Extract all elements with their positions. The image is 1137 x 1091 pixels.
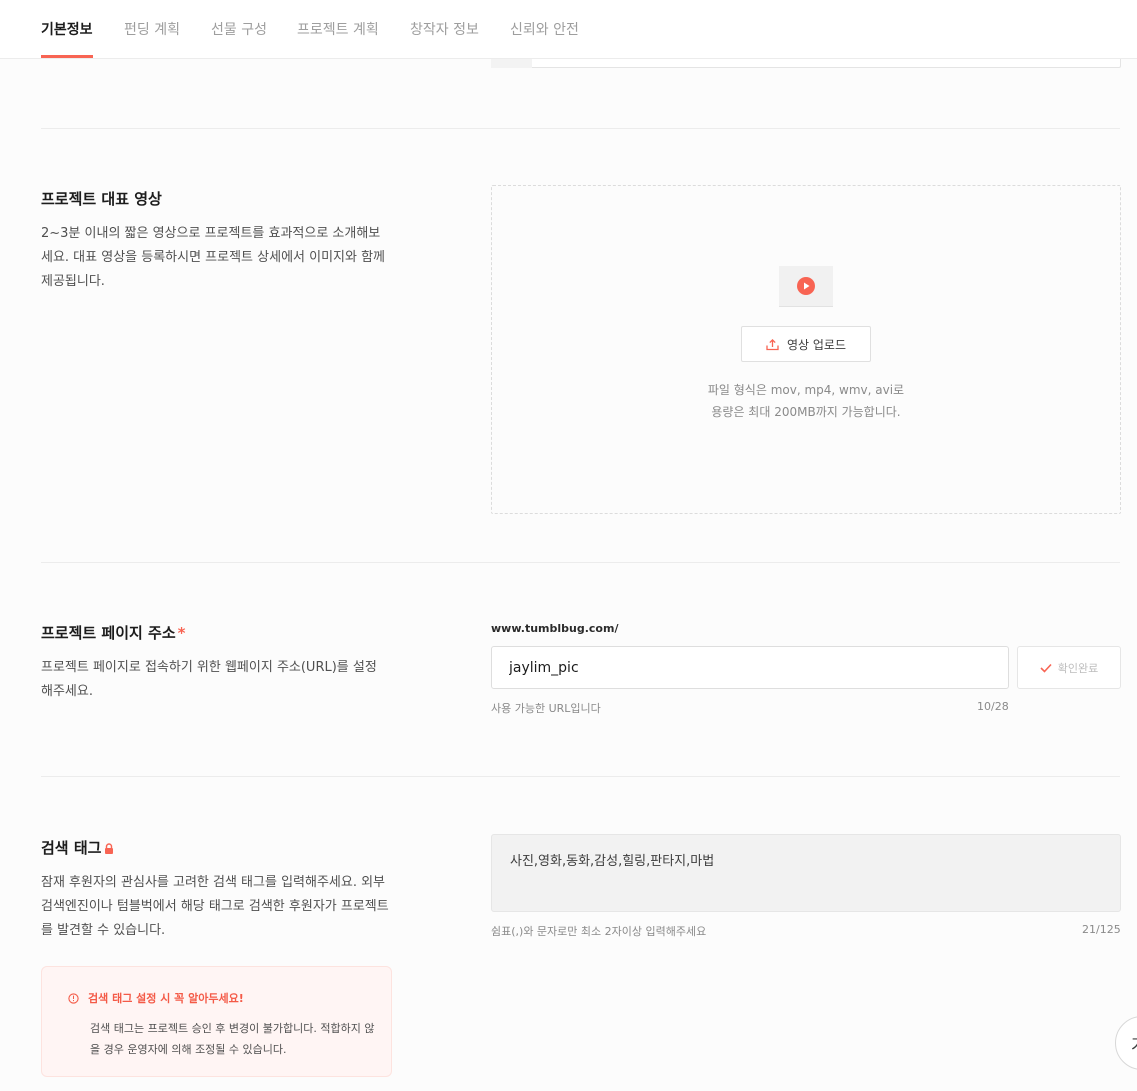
tags-warning-title: 검색 태그 설정 시 꼭 알아두세요! (68, 990, 244, 1006)
url-char-counter: 10/28 (977, 700, 1009, 713)
required-mark: * (177, 624, 186, 642)
tab-reward-composition[interactable]: 선물 구성 (211, 19, 267, 39)
tags-hint: 쉼표(,)와 문자로만 최소 2자이상 입력해주세요 (491, 925, 707, 938)
info-icon (68, 992, 79, 1004)
url-section-description: 프로젝트 페이지로 접속하기 위한 웹페이지 주소(URL)를 설정 해주세요. (41, 660, 377, 699)
url-confirm-label: 확인완료 (1057, 661, 1099, 675)
lock-icon (105, 843, 114, 854)
check-icon (1040, 663, 1052, 673)
url-status-text: 사용 가능한 URL입니다 (491, 702, 601, 715)
section-divider (41, 776, 1120, 777)
section-divider (41, 562, 1120, 563)
tab-project-plan[interactable]: 프로젝트 계획 (297, 19, 379, 39)
tags-section-description: 잠재 후원자의 관심사를 고려한 검색 태그를 입력해주세요. 외부 검색엔진이… (41, 875, 389, 938)
play-icon (797, 277, 815, 295)
tags-char-counter: 21/125 (1082, 923, 1121, 936)
tab-trust-safety[interactable]: 신뢰와 안전 (510, 19, 579, 39)
tab-funding-plan[interactable]: 펀딩 계획 (124, 19, 180, 39)
upload-format-note: 파일 형식은 mov, mp4, wmv, avi로 (707, 383, 905, 397)
tags-section-title-text: 검색 태그 (41, 839, 102, 857)
url-section-title: 프로젝트 페이지 주소 * (41, 622, 186, 643)
url-prefix: www.tumblbug.com/ (491, 622, 619, 635)
video-upload-button[interactable]: 영상 업로드 (741, 326, 871, 362)
tab-creator-info[interactable]: 창작자 정보 (410, 19, 479, 39)
url-section-title-text: 프로젝트 페이지 주소 (41, 624, 176, 642)
upload-size-note: 용량은 최대 200MB까지 가능합니다. (711, 405, 901, 419)
url-slug-input[interactable] (491, 646, 1009, 689)
section-tab-bar: 기본정보 펀딩 계획 선물 구성 프로젝트 계획 창작자 정보 신뢰와 안전 (0, 0, 1137, 59)
video-upload-label: 영상 업로드 (786, 337, 846, 352)
tags-warning-title-text: 검색 태그 설정 시 꼭 알아두세요! (88, 992, 244, 1005)
floating-button-label: 가 (1131, 1031, 1137, 1056)
video-section-title: 프로젝트 대표 영상 (41, 190, 162, 208)
video-placeholder (779, 266, 833, 307)
active-tab-indicator (41, 55, 93, 58)
video-section-description: 2~3분 이내의 짧은 영상으로 프로젝트를 효과적으로 소개해보세요. 대표 … (41, 226, 386, 289)
tab-basic-info[interactable]: 기본정보 (41, 19, 93, 39)
url-confirm-button[interactable]: 확인완료 (1017, 646, 1121, 689)
section-divider (41, 128, 1120, 129)
floating-action-button[interactable]: 가 (1115, 1016, 1137, 1070)
previous-field-prefix (491, 59, 532, 68)
search-tags-input[interactable]: 사진,영화,동화,감성,힐링,판타지,마법 (491, 834, 1121, 912)
upload-icon (766, 338, 779, 350)
tags-warning-body: 검색 태그는 프로젝트 승인 후 변경이 불가합니다. 적합하지 않을 경우 운… (90, 1022, 375, 1056)
tags-section-title: 검색 태그 (41, 837, 114, 858)
